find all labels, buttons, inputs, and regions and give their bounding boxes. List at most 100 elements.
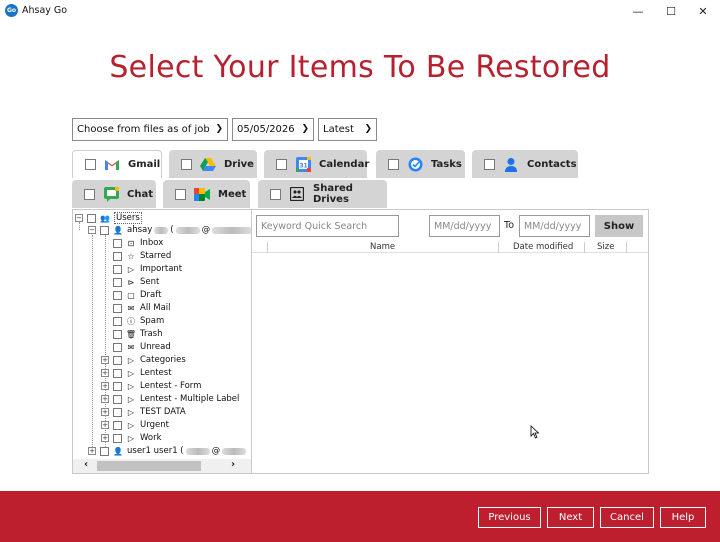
tab-contacts[interactable]: Contacts — [472, 150, 578, 178]
tree-node-label[interactable]: + ▷ TEST DATA — [101, 406, 186, 418]
send-icon: ⊳ — [127, 277, 135, 287]
label-icon: ▷ — [127, 394, 135, 404]
expand-icon[interactable]: + — [101, 421, 109, 429]
tree-checkbox[interactable] — [113, 433, 122, 443]
job-mode-value: Choose from files as of job — [77, 124, 210, 135]
tree-checkbox[interactable] — [113, 342, 122, 352]
redacted-text — [175, 226, 200, 234]
tree-label: Lentest - Multiple Label — [140, 394, 240, 404]
scroll-left-icon[interactable]: ‹ — [84, 459, 88, 470]
expand-icon[interactable]: + — [88, 447, 96, 455]
tree-label: Unread — [140, 342, 171, 352]
tree-label: Categories — [140, 355, 186, 365]
tab-chat[interactable]: Chat — [72, 180, 156, 208]
tree-checkbox[interactable] — [113, 407, 122, 417]
tree-checkbox[interactable] — [113, 368, 122, 378]
tab-calendar-checkbox[interactable] — [276, 158, 287, 170]
to-label: To — [504, 220, 515, 231]
tab-calendar[interactable]: 31 Calendar — [264, 150, 370, 178]
tab-chat-checkbox[interactable] — [84, 188, 95, 200]
cancel-button[interactable]: Cancel — [600, 507, 654, 528]
tab-tasks-checkbox[interactable] — [388, 158, 399, 170]
previous-button[interactable]: Previous — [478, 507, 541, 528]
tab-meet[interactable]: Meet — [163, 180, 250, 208]
help-button[interactable]: Help — [660, 507, 706, 528]
tree-node-label[interactable]: + ▷ Lentest — [101, 367, 172, 379]
folder-tree[interactable]: − 👥 Users − 👤 ahsay ( @ ⊡ Inbox ☆ Starred … — [72, 209, 252, 474]
tree-node-folder[interactable]: ⊡ Inbox — [113, 237, 163, 249]
tree-checkbox[interactable] — [113, 329, 122, 339]
tab-shared-drives[interactable]: Shared Drives — [258, 180, 387, 208]
tree-node-folder[interactable]: ✉ All Mail — [113, 302, 171, 314]
column-size[interactable]: Size — [597, 242, 614, 252]
horizontal-scrollbar[interactable]: ‹ › — [73, 459, 251, 473]
tab-shared-drives-checkbox[interactable] — [270, 188, 281, 200]
column-date-modified[interactable]: Date modified — [513, 242, 573, 252]
scrollbar-thumb[interactable] — [97, 461, 201, 471]
tab-gmail[interactable]: Gmail — [72, 150, 162, 178]
expand-icon[interactable]: + — [101, 395, 109, 403]
scroll-right-icon[interactable]: › — [231, 459, 235, 470]
expand-icon[interactable]: + — [101, 369, 109, 377]
next-button[interactable]: Next — [547, 507, 594, 528]
expand-icon[interactable]: + — [101, 356, 109, 364]
maximize-button[interactable]: ☐ — [656, 2, 686, 20]
show-button[interactable]: Show — [595, 215, 643, 237]
tree-node-label[interactable]: + ▷ Lentest - Multiple Label — [101, 393, 239, 405]
tree-checkbox[interactable] — [113, 394, 122, 404]
tree-node-label[interactable]: + ▷ Lentest - Form — [101, 380, 201, 392]
tree-checkbox[interactable] — [113, 251, 122, 261]
redacted-text — [154, 226, 169, 234]
job-mode-select[interactable]: Choose from files as of job ❯ — [72, 118, 228, 141]
tab-contacts-checkbox[interactable] — [484, 158, 495, 170]
version-select[interactable]: Latest ❯ — [318, 118, 377, 141]
backup-date-select[interactable]: 05/05/2026 ❯ — [232, 118, 314, 141]
tree-node-folder[interactable]: ☆ Starred — [113, 250, 171, 262]
tab-calendar-label: Calendar — [319, 158, 370, 170]
tab-gmail-checkbox[interactable] — [85, 159, 96, 170]
tree-node-folder[interactable]: ▷ Important — [113, 263, 182, 275]
tree-checkbox[interactable] — [113, 355, 122, 365]
tree-node-folder[interactable]: ✉ Unread — [113, 341, 171, 353]
tree-node-folder[interactable]: ⊳ Sent — [113, 276, 159, 288]
collapse-icon[interactable]: − — [88, 226, 96, 234]
tree-node-label[interactable]: + ▷ Work — [101, 432, 162, 444]
tab-meet-checkbox[interactable] — [175, 188, 186, 200]
tree-node-folder[interactable]: 🗑 Trash — [113, 328, 162, 340]
tree-checkbox[interactable] — [113, 238, 122, 248]
date-from-input[interactable]: MM/dd/yyyy — [429, 215, 500, 237]
tree-node-users[interactable]: − 👥 Users — [75, 212, 142, 224]
tab-drive[interactable]: Drive — [169, 150, 257, 178]
tree-checkbox[interactable] — [113, 420, 122, 430]
tree-checkbox[interactable] — [87, 213, 96, 223]
minimize-button[interactable]: — — [623, 2, 653, 20]
tab-drive-checkbox[interactable] — [181, 158, 192, 170]
tree-node-user-ahsay[interactable]: − 👤 ahsay ( @ — [88, 224, 251, 236]
tab-meet-label: Meet — [218, 188, 247, 200]
mouse-cursor-icon — [530, 425, 540, 439]
tree-checkbox[interactable] — [113, 277, 122, 287]
trash-icon: 🗑 — [125, 329, 137, 339]
expand-icon[interactable]: + — [101, 408, 109, 416]
column-name[interactable]: Name — [370, 242, 395, 252]
tree-node-user-user1[interactable]: + 👤 user1 user1 ( @ — [88, 445, 248, 457]
tree-checkbox[interactable] — [100, 446, 109, 456]
tree-checkbox[interactable] — [113, 381, 122, 391]
close-button[interactable]: ✕ — [688, 2, 718, 20]
tree-node-label[interactable]: + ▷ Urgent — [101, 419, 169, 431]
tree-checkbox[interactable] — [113, 290, 122, 300]
tree-checkbox[interactable] — [113, 264, 122, 274]
date-to-input[interactable]: MM/dd/yyyy — [519, 215, 590, 237]
expand-icon[interactable]: + — [101, 382, 109, 390]
tree-node-folder[interactable]: ▢ Draft — [113, 289, 161, 301]
tree-node-label[interactable]: + ▷ Categories — [101, 354, 186, 366]
keyword-search-input[interactable]: Keyword Quick Search — [256, 215, 399, 237]
tab-tasks[interactable]: Tasks — [376, 150, 465, 178]
tree-checkbox[interactable] — [113, 303, 122, 313]
tree-label: Users — [114, 212, 142, 224]
expand-icon[interactable]: + — [101, 434, 109, 442]
tree-node-folder[interactable]: ⓘ Spam — [113, 315, 164, 327]
tree-checkbox[interactable] — [100, 225, 109, 235]
tree-checkbox[interactable] — [113, 316, 122, 326]
collapse-icon[interactable]: − — [75, 214, 83, 222]
